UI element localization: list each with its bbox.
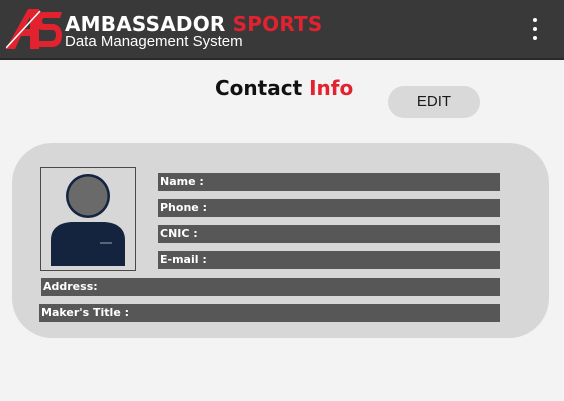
page-title-primary: Contact	[215, 76, 303, 100]
ambassador-sports-logo	[6, 9, 62, 49]
phone-field: Phone :	[158, 199, 500, 217]
kebab-dot	[533, 27, 537, 31]
edit-button[interactable]: EDIT	[388, 86, 480, 118]
avatar-frame	[40, 167, 136, 271]
kebab-dot	[533, 36, 537, 40]
page-title: Contact Info	[215, 76, 353, 100]
brand-accent: SPORTS	[232, 12, 323, 36]
name-field: Name :	[158, 173, 500, 191]
cnic-field: CNIC :	[158, 225, 500, 243]
kebab-dot	[533, 18, 537, 22]
kebab-menu-icon[interactable]	[528, 18, 542, 40]
page-title-accent: Info	[309, 76, 354, 100]
email-field: E-mail :	[158, 251, 500, 269]
address-field: Address:	[41, 278, 500, 296]
makers-title-field: Maker's Title :	[39, 304, 500, 322]
brand-name: AMBASSADOR SPORTS	[65, 13, 323, 35]
app-bar: AMBASSADOR SPORTS Data Management System	[0, 0, 564, 60]
app-subtitle: Data Management System	[65, 33, 243, 50]
person-avatar-icon	[51, 174, 125, 266]
